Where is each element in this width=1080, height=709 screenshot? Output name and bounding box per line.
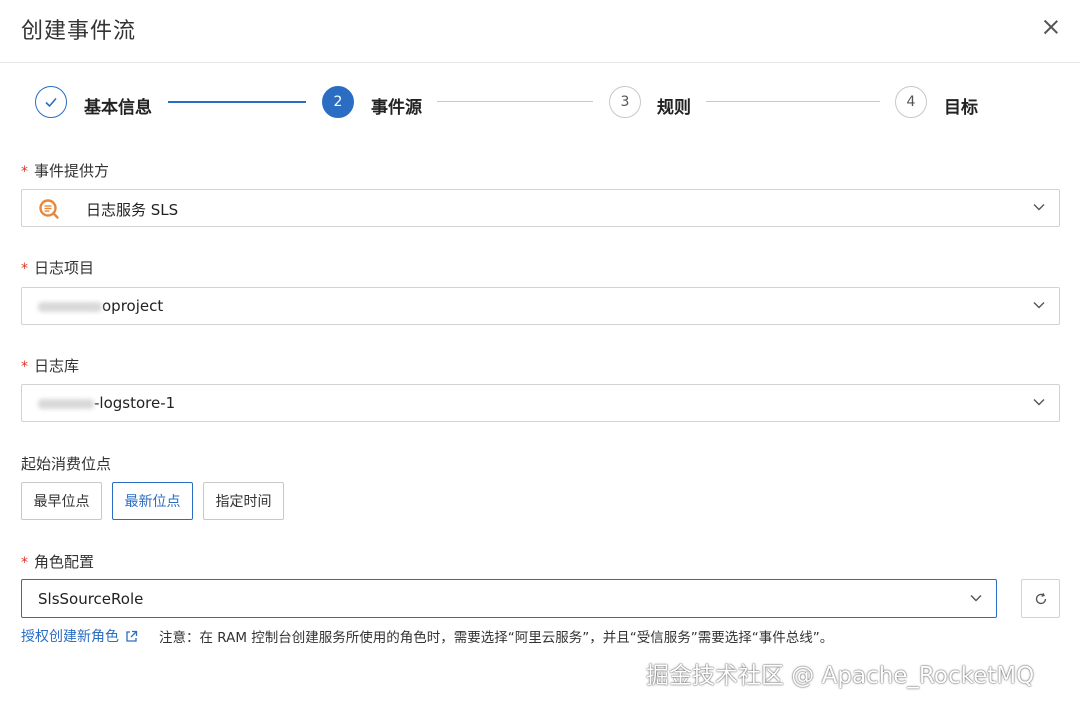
- chevron-down-icon: [1033, 302, 1045, 309]
- start-position-label: 起始消费位点: [21, 455, 112, 473]
- chevron-down-icon: [1033, 204, 1045, 211]
- required-mark: *: [21, 164, 28, 180]
- project-select[interactable]: oproject: [21, 287, 1060, 325]
- provider-label: * 事件提供方: [21, 160, 109, 181]
- project-label: * 日志项目: [21, 257, 94, 278]
- project-label-text: 日志项目: [34, 259, 95, 277]
- step-2-number: 2: [322, 86, 354, 118]
- provider-value: 日志服务 SLS: [86, 201, 179, 219]
- logstore-label-text: 日志库: [34, 357, 80, 375]
- provider-select[interactable]: 日志服务 SLS: [21, 189, 1060, 227]
- step-3-connector: [706, 101, 880, 102]
- chevron-down-icon: [970, 595, 982, 602]
- specified-time-button[interactable]: 指定时间: [203, 482, 284, 520]
- required-mark: *: [21, 261, 28, 277]
- sls-icon: [38, 198, 60, 224]
- refresh-icon: [1035, 592, 1046, 604]
- required-mark: *: [21, 555, 28, 571]
- step-3-label: 规则: [657, 98, 691, 118]
- watermark: 掘金技术社区 @ Apache_RocketMQ: [646, 663, 1035, 689]
- logstore-value: -logstore-1: [38, 394, 175, 412]
- create-role-link-text: 授权创建新角色: [21, 629, 119, 645]
- close-icon[interactable]: [1040, 16, 1062, 38]
- role-select[interactable]: SlsSourceRole: [21, 579, 997, 618]
- required-mark: *: [21, 359, 28, 375]
- role-label-text: 角色配置: [34, 553, 95, 571]
- redacted-text: [38, 398, 94, 409]
- dialog-header: 创建事件流: [0, 0, 1080, 63]
- step-3-number: 3: [609, 86, 641, 118]
- role-value: SlsSourceRole: [38, 590, 144, 608]
- logstore-value-text: -logstore-1: [94, 394, 176, 412]
- earliest-position-button[interactable]: 最早位点: [21, 482, 102, 520]
- chevron-down-icon: [1033, 399, 1045, 406]
- redacted-text: [38, 301, 102, 312]
- step-2-connector: [437, 101, 593, 102]
- project-value-text: oproject: [102, 297, 164, 315]
- external-link-icon: [126, 630, 138, 642]
- step-2-label: 事件源: [371, 98, 422, 118]
- create-role-link[interactable]: 授权创建新角色: [21, 626, 138, 646]
- step-1-connector: [168, 101, 306, 103]
- logstore-label: * 日志库: [21, 355, 79, 376]
- step-4-label: 目标: [944, 98, 978, 118]
- role-label: * 角色配置: [21, 551, 94, 572]
- provider-label-text: 事件提供方: [34, 162, 110, 180]
- step-1-label: 基本信息: [84, 98, 152, 118]
- step-4-number: 4: [895, 86, 927, 118]
- logstore-select[interactable]: -logstore-1: [21, 384, 1060, 422]
- dialog-title: 创建事件流: [21, 19, 137, 44]
- step-1-check-icon: [35, 86, 67, 118]
- project-value: oproject: [38, 297, 163, 315]
- role-note: 注意：在 RAM 控制台创建服务所使用的角色时，需要选择“阿里云服务”，并且“受…: [159, 630, 834, 646]
- refresh-button[interactable]: [1021, 579, 1060, 618]
- latest-position-button[interactable]: 最新位点: [112, 482, 193, 520]
